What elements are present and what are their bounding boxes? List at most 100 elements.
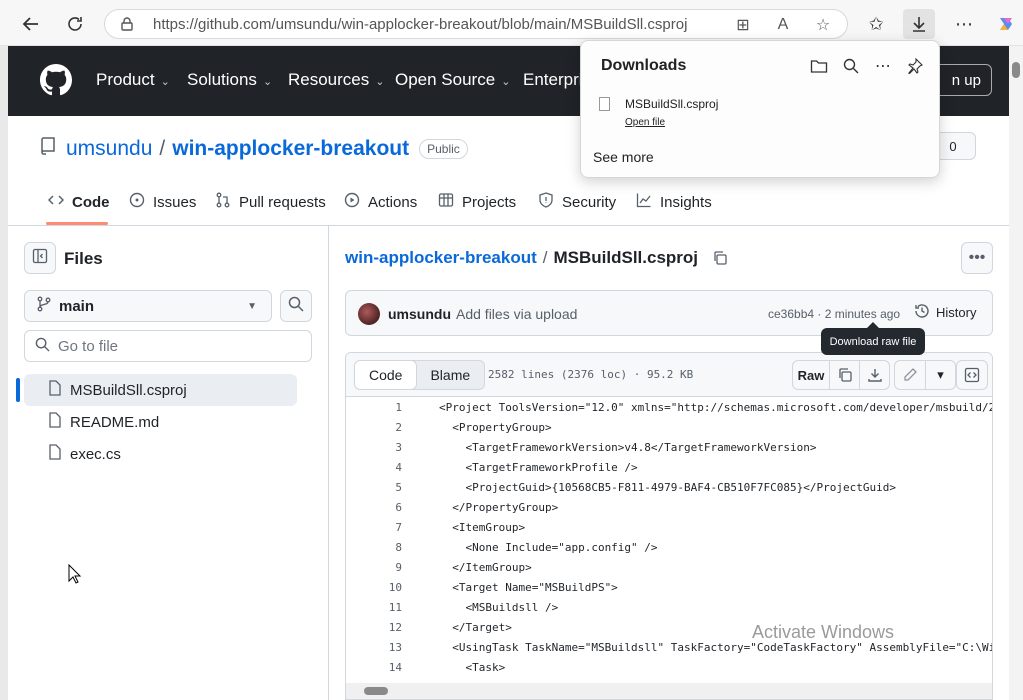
go-to-file-input[interactable]: Go to file <box>24 330 312 362</box>
see-more-link[interactable]: See more <box>593 149 654 165</box>
code-icon <box>47 192 65 212</box>
breadcrumb-repo-link[interactable]: win-applocker-breakout <box>345 248 537 268</box>
more-menu-icon[interactable]: ⋯ <box>948 9 980 39</box>
tab-pull-requests[interactable]: Pull requests <box>215 192 326 212</box>
pull-request-icon <box>215 192 231 212</box>
file-tree-item[interactable]: MSBuildSll.csproj <box>24 374 297 406</box>
line-number[interactable]: 3 <box>346 441 402 454</box>
repo-owner-link[interactable]: umsundu <box>66 137 152 161</box>
favorite-star-icon[interactable]: ☆ <box>813 15 833 35</box>
code-text: <Target Name="MSBuildPS"> <box>439 580 618 594</box>
nav-solutions[interactable]: Solutions ⌄ <box>187 70 272 90</box>
open-file-link[interactable]: Open file <box>625 117 665 128</box>
raw-button[interactable]: Raw <box>793 361 829 389</box>
nav-open-source[interactable]: Open Source ⌄ <box>395 70 510 90</box>
history-button[interactable]: History <box>914 303 976 322</box>
search-files-button[interactable] <box>280 290 312 322</box>
url-text[interactable]: https://github.com/umsundu/win-applocker… <box>153 16 687 33</box>
downloaded-file-name[interactable]: MSBuildSll.csproj <box>625 97 718 111</box>
favorites-icon[interactable]: ✩ <box>860 9 892 39</box>
go-to-file-placeholder[interactable]: Go to file <box>58 338 118 355</box>
line-number[interactable]: 9 <box>346 561 402 574</box>
back-arrow-icon[interactable] <box>16 9 46 39</box>
tab-actions[interactable]: Actions <box>344 192 417 212</box>
code-view-tab[interactable]: Code <box>355 361 418 389</box>
line-number[interactable]: 6 <box>346 501 402 514</box>
branch-name[interactable]: main <box>59 298 94 315</box>
copilot-icon[interactable] <box>990 9 1022 39</box>
more-options-icon[interactable]: ⋯ <box>871 55 895 77</box>
refresh-icon[interactable] <box>60 9 90 39</box>
scroll-thumb[interactable] <box>1012 62 1020 78</box>
edit-group: ▾ <box>894 360 956 390</box>
github-logo-icon[interactable] <box>40 64 72 96</box>
line-number[interactable]: 1 <box>346 401 402 414</box>
tab-issues[interactable]: Issues <box>129 192 196 212</box>
commit-meta[interactable]: ce36bb4 · 2 minutes ago <box>768 307 900 321</box>
breadcrumb-separator: / <box>542 248 548 267</box>
line-number[interactable]: 4 <box>346 461 402 474</box>
code-line: 10 <Target Name="MSBuildPS"> <box>346 577 992 597</box>
nav-enterprise[interactable]: Enterpri <box>523 70 583 90</box>
branch-icon <box>37 296 51 316</box>
line-number[interactable]: 10 <box>346 581 402 594</box>
tab-insights[interactable]: Insights <box>636 192 712 212</box>
repo-separator: / <box>159 137 166 160</box>
nav-product[interactable]: Product ⌄ <box>96 70 170 90</box>
nav-resources[interactable]: Resources ⌄ <box>288 70 384 90</box>
app-available-icon[interactable]: ⊞ <box>733 15 753 35</box>
code-text: <UsingTask TaskName="MSBuildsll" TaskFac… <box>439 640 992 654</box>
collapse-sidebar-button[interactable] <box>24 242 56 274</box>
line-number[interactable]: 2 <box>346 421 402 434</box>
commit-author[interactable]: umsundu <box>388 306 451 322</box>
read-aloud-icon[interactable]: A <box>773 15 793 35</box>
code-line: 7 <ItemGroup> <box>346 517 992 537</box>
line-number[interactable]: 7 <box>346 521 402 534</box>
page-scrollbar[interactable] <box>1009 46 1023 700</box>
line-number[interactable]: 13 <box>346 641 402 654</box>
code-line: 12 </Target> <box>346 617 992 637</box>
address-bar[interactable]: https://github.com/umsundu/win-applocker… <box>104 9 848 39</box>
line-number[interactable]: 11 <box>346 601 402 614</box>
code-line: 1 <Project ToolsVersion="12.0" xmlns="htt… <box>346 397 992 417</box>
avatar[interactable] <box>358 303 380 325</box>
line-number[interactable]: 14 <box>346 661 402 674</box>
copy-raw-icon[interactable] <box>829 361 859 389</box>
code-text: <Project ToolsVersion="12.0" xmlns="http… <box>439 400 992 414</box>
line-number[interactable]: 8 <box>346 541 402 554</box>
downloads-icon[interactable] <box>903 9 935 39</box>
mouse-cursor-icon <box>68 563 82 589</box>
raw-copy-download-group: Raw <box>792 360 890 390</box>
tab-code[interactable]: Code <box>47 192 110 212</box>
edit-dropdown-icon[interactable]: ▾ <box>925 361 955 389</box>
code-line: 5 <ProjectGuid>{10568CB5-F811-4979-BAF4-… <box>346 477 992 497</box>
repo-title: umsundu / win-applocker-breakout Public <box>40 136 468 162</box>
file-tree-item[interactable]: exec.cs <box>24 438 297 470</box>
blame-view-tab[interactable]: Blame <box>416 361 484 389</box>
line-number[interactable]: 12 <box>346 621 402 634</box>
tab-projects[interactable]: Projects <box>438 192 516 212</box>
code-text: </PropertyGroup> <box>439 500 559 514</box>
more-options-button[interactable]: ••• <box>961 242 993 274</box>
downloads-title: Downloads <box>601 57 687 74</box>
code-view[interactable]: 1 <Project ToolsVersion="12.0" xmlns="htt… <box>346 397 992 683</box>
lock-icon[interactable] <box>119 16 135 37</box>
line-number[interactable]: 5 <box>346 481 402 494</box>
symbols-panel-icon[interactable] <box>957 361 987 389</box>
code-horizontal-scrollbar[interactable] <box>346 683 992 699</box>
repo-name-link[interactable]: win-applocker-breakout <box>172 137 409 161</box>
pencil-icon[interactable] <box>895 361 925 389</box>
copy-path-icon[interactable] <box>712 250 728 266</box>
code-line: 8 <None Include="app.config" /> <box>346 537 992 557</box>
file-tree-item[interactable]: README.md <box>24 406 297 438</box>
scroll-thumb[interactable] <box>364 687 388 695</box>
branch-selector[interactable]: main ▼ <box>24 290 272 322</box>
commit-message[interactable]: Add files via upload <box>456 306 577 322</box>
pin-icon[interactable] <box>903 55 927 77</box>
folder-icon[interactable] <box>807 55 831 77</box>
tab-security[interactable]: Security <box>538 192 616 212</box>
download-raw-icon[interactable] <box>859 361 889 389</box>
breadcrumb-file: MSBuildSll.csproj <box>553 248 699 267</box>
search-icon[interactable] <box>839 55 863 77</box>
code-text: <Task> <box>439 660 506 674</box>
